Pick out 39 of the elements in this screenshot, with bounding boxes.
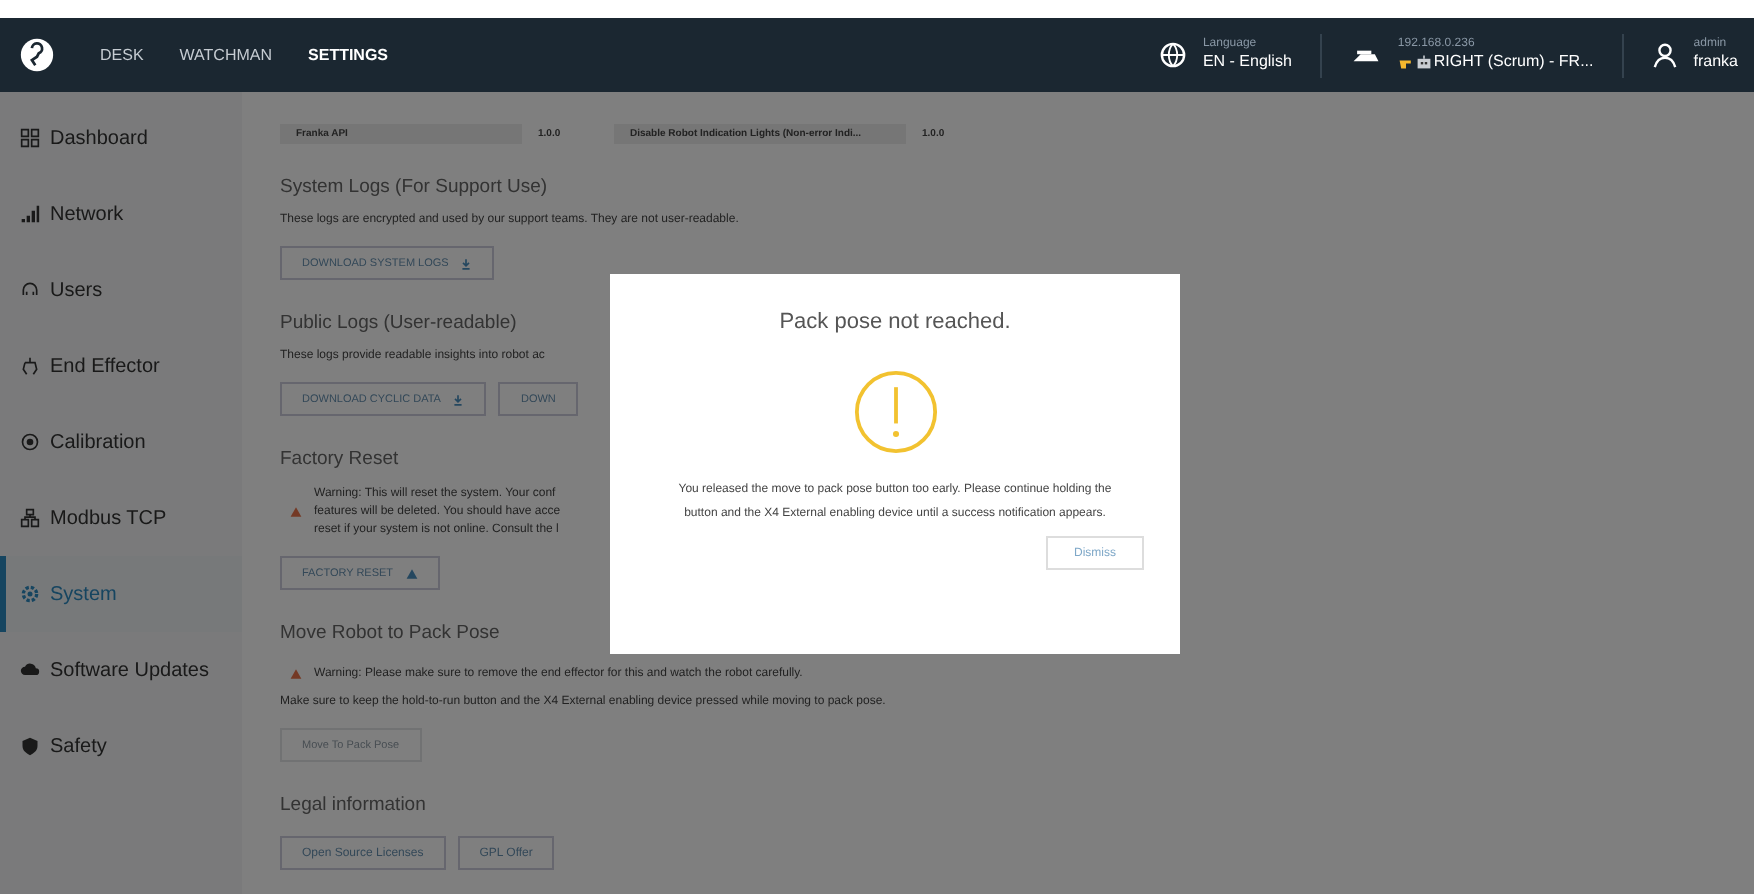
section-heading: System Logs (For Support Use) <box>280 176 548 198</box>
gripper-icon <box>20 356 40 376</box>
sidebar-item[interactable]: Network <box>0 176 242 252</box>
cloud-icon <box>20 660 40 680</box>
warning-icon <box>290 668 302 680</box>
sidebar-item[interactable]: End Effector <box>0 328 242 404</box>
section-heading: Move Robot to Pack Pose <box>280 622 500 644</box>
logo-icon <box>20 38 54 72</box>
download-icon <box>452 393 465 405</box>
robot-icon <box>1415 53 1432 70</box>
dialog-title: Pack pose not reached. <box>779 310 1011 334</box>
download-icon <box>460 257 473 269</box>
warning-icon <box>290 506 302 518</box>
section-heading: Legal information <box>280 794 426 816</box>
headset-icon <box>20 280 40 300</box>
sidebar-item[interactable]: Users <box>0 252 242 328</box>
robot-name[interactable]: RIGHT (Scrum) - FR... <box>1433 52 1594 72</box>
globe-icon <box>1160 42 1187 68</box>
gear-icon <box>20 584 40 604</box>
sidebar-item[interactable]: Modbus TCP <box>0 480 242 556</box>
nav-tab[interactable]: SETTINGS <box>290 46 407 64</box>
nav-tab[interactable]: WATCHMAN <box>161 46 291 64</box>
section-heading: Public Logs (User-readable) <box>280 312 517 334</box>
section-heading: Factory Reset <box>280 448 399 470</box>
nav-tab[interactable]: DESK <box>82 46 162 64</box>
exclamation-circle-icon <box>853 370 937 454</box>
sidebar-item[interactable]: Safety <box>0 708 242 784</box>
sidebar-item[interactable]: Software Updates <box>0 632 242 708</box>
warning-icon <box>405 567 418 579</box>
user-name[interactable]: franka <box>1693 52 1738 72</box>
target-icon <box>20 432 40 452</box>
sidebar-item[interactable]: Calibration <box>0 404 242 480</box>
language-value[interactable]: EN - English <box>1202 52 1292 72</box>
network-icon <box>20 508 40 528</box>
user-icon <box>1651 42 1678 68</box>
signal-bars-icon <box>20 204 40 224</box>
sidebar-item[interactable]: Dashboard <box>0 100 242 176</box>
shield-icon <box>20 736 40 756</box>
grid-icon <box>20 128 40 148</box>
